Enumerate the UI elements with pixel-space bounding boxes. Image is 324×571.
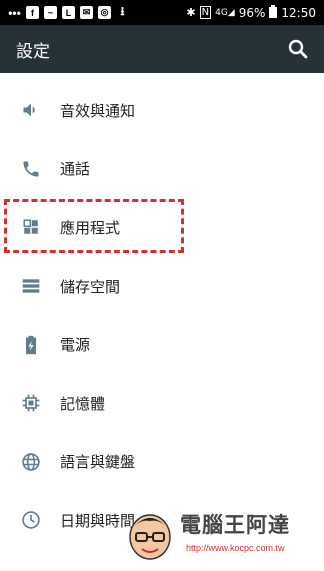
settings-item-label: 通話 [60, 160, 91, 179]
search-icon[interactable] [286, 37, 310, 61]
messenger-icon: ~ [44, 6, 57, 19]
phone-icon [20, 158, 42, 180]
settings-item-label: 記憶體 [60, 394, 106, 413]
volume-icon [20, 99, 42, 121]
clock-icon [20, 509, 42, 531]
bluetooth-icon: ✱ [186, 6, 196, 19]
battery-icon [20, 334, 42, 356]
settings-item-memory[interactable]: 記憶體 [0, 374, 324, 433]
status-bar: ••• f ~ L ✉ ◎ ⭳ ✱ N 4G◢ 96% 12:50 [0, 0, 324, 25]
settings-item-language[interactable]: 語言與鍵盤 [0, 433, 324, 492]
settings-item-power[interactable]: 電源 [0, 315, 324, 374]
battery-icon [269, 4, 278, 21]
settings-item-label: 儲存空間 [60, 277, 121, 296]
memory-icon [20, 392, 42, 414]
watermark: 電腦王阿達 http://www.kocpc.com.tw [124, 507, 320, 567]
settings-item-label: 音效與通知 [60, 101, 136, 120]
settings-item-storage[interactable]: 儲存空間 [0, 257, 324, 316]
settings-item-sound[interactable]: 音效與通知 [0, 81, 324, 140]
page-title: 設定 [16, 41, 50, 62]
clock-time: 12:50 [281, 5, 316, 20]
facebook-icon: f [26, 6, 39, 19]
more-icon: ••• [8, 5, 21, 20]
notification-icons: ••• f ~ L ✉ ◎ ⭳ [0, 4, 129, 20]
settings-list: 音效與通知 通話 應用程式 儲存空間 電源 記憶體 語言與鍵盤 日期與時間 [0, 73, 324, 550]
system-status: ✱ N 4G◢ 96% 12:50 [186, 4, 324, 21]
settings-item-label: 電源 [60, 336, 91, 355]
mascot-icon [129, 514, 171, 560]
line-icon: L [62, 6, 75, 19]
nfc-icon: N [199, 6, 212, 19]
settings-item-apps[interactable]: 應用程式 [0, 198, 324, 257]
globe-icon [20, 451, 42, 473]
battery-level: 96% [238, 5, 266, 20]
watermark-text: 電腦王阿達 [180, 513, 290, 537]
signal-icon: 4G◢ [215, 7, 235, 18]
storage-icon [20, 275, 42, 297]
watermark-url: http://www.kocpc.com.tw [186, 543, 285, 553]
settings-item-calls[interactable]: 通話 [0, 140, 324, 199]
toolbar: 設定 [0, 25, 324, 73]
instagram-icon: ◎ [98, 6, 111, 19]
mail-icon: ✉ [80, 6, 93, 19]
settings-item-label: 語言與鍵盤 [60, 453, 136, 472]
settings-item-label: 應用程式 [60, 218, 121, 237]
apps-icon [20, 216, 42, 238]
download-icon: ⭳ [120, 4, 125, 18]
